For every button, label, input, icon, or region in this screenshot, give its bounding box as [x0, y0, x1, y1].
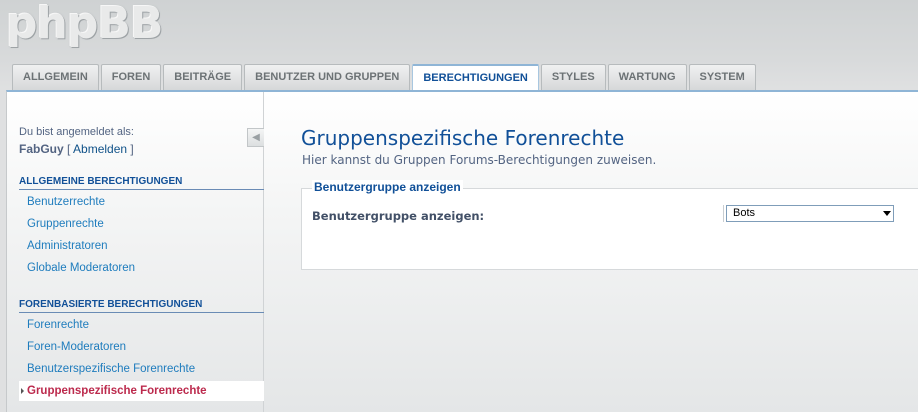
tab-benutzer-und-gruppen[interactable]: BENUTZER UND GRUPPEN: [244, 64, 411, 90]
tab-berechtigungen[interactable]: BERECHTIGUNGEN: [412, 64, 539, 91]
triangle-left-icon: ◀: [252, 132, 260, 143]
collapse-sidebar-button[interactable]: ◀: [247, 128, 264, 147]
username: FabGuy: [19, 142, 64, 156]
main-tabs: ALLGEMEIN FOREN BEITRÄGE BENUTZER UND GR…: [12, 64, 756, 91]
logout-link[interactable]: Abmelden: [73, 142, 127, 156]
main-panel: Du bist angemeldet als: FabGuy [ Abmelde…: [6, 90, 918, 412]
login-info: FabGuy [ Abmelden ]: [19, 142, 134, 156]
tab-foren[interactable]: FOREN: [100, 64, 162, 90]
sidebar-item-administratoren[interactable]: Administratoren: [19, 236, 264, 256]
login-label: Du bist angemeldet als:: [19, 126, 134, 138]
fieldset-legend: Benutzergruppe anzeigen: [312, 180, 463, 194]
tab-wartung[interactable]: WARTUNG: [607, 64, 687, 90]
sidebar-item-benutzerspezifische-forenrechte[interactable]: Benutzerspezifische Forenrechte: [19, 359, 264, 379]
group-select-value: Bots: [733, 207, 756, 219]
sidebar-item-forenrechte[interactable]: Forenrechte: [19, 315, 264, 335]
sidebar-item-globale-moderatoren[interactable]: Globale Moderatoren: [19, 258, 264, 278]
page-title: Gruppenspezifische Forenrechte: [301, 126, 625, 150]
sidebar-item-gruppenrechte[interactable]: Gruppenrechte: [19, 214, 264, 234]
field-divider: [723, 205, 724, 222]
chevron-down-icon: [883, 211, 891, 216]
tab-system[interactable]: SYSTEM: [688, 64, 756, 90]
group-select[interactable]: Bots: [726, 205, 894, 222]
tab-styles[interactable]: STYLES: [540, 64, 606, 90]
sidebar-item-gruppenspezifische-forenrechte[interactable]: Gruppenspezifische Forenrechte: [19, 381, 264, 401]
sidebar: Du bist angemeldet als: FabGuy [ Abmelde…: [7, 92, 264, 412]
menu-heading-forenbasierte: FORENBASIERTE BERECHTIGUNGEN: [19, 299, 264, 313]
sidebar-item-benutzerrechte[interactable]: Benutzerrechte: [19, 192, 264, 212]
tab-beitraege[interactable]: BEITRÄGE: [163, 64, 243, 90]
group-select-label: Benutzergruppe anzeigen:: [312, 209, 485, 223]
phpbb-logo: phpBB: [6, 0, 163, 49]
menu-heading-allgemeine: ALLGEMEINE BERECHTIGUNGEN: [19, 176, 264, 190]
sidebar-item-foren-moderatoren[interactable]: Foren-Moderatoren: [19, 337, 264, 357]
logout-bracket-close: ]: [127, 142, 134, 156]
tab-allgemein[interactable]: ALLGEMEIN: [12, 64, 99, 90]
fieldset-benutzergruppe: [301, 188, 918, 270]
page-description: Hier kannst du Gruppen Forums-Berechtigu…: [302, 153, 657, 167]
